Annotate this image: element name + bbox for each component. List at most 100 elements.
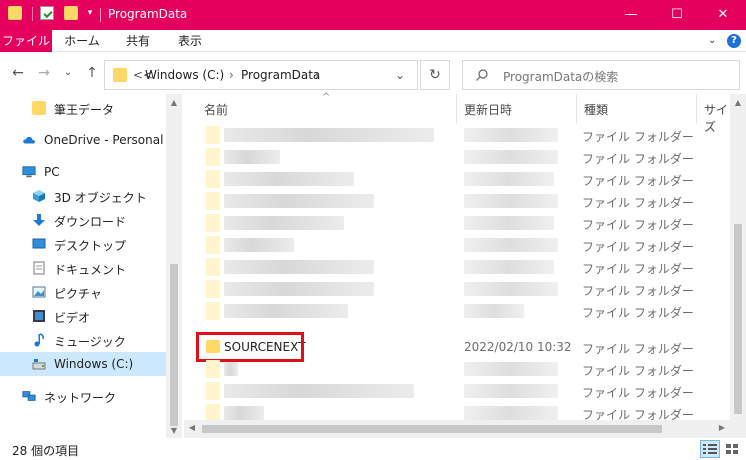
tab-view[interactable]: 表示 [168,30,212,52]
list-item[interactable]: ファイル フォルダー [196,146,730,168]
nav-item-music[interactable]: ミュージック [0,328,166,352]
column-divider[interactable] [696,94,697,124]
redacted-date [464,194,558,208]
redacted-date [464,282,558,296]
scroll-right-icon[interactable]: ▶ [714,423,730,432]
scroll-up-icon[interactable]: ▲ [166,98,182,107]
tab-share[interactable]: 共有 [116,30,160,52]
window-title: ProgramData [108,7,188,21]
close-button[interactable]: ✕ [700,0,746,30]
nav-item-documents[interactable]: ドキュメント [0,256,166,280]
network-icon [22,391,36,401]
refresh-button[interactable]: ↻ [420,60,450,90]
document-icon [33,261,45,275]
list-item[interactable]: ファイル フォルダー [196,300,730,322]
breadcrumb-programdata[interactable]: ProgramData [241,68,320,82]
divider [100,8,101,22]
nav-item-3d-objects[interactable]: 3D オブジェクト [0,184,166,208]
nav-item-desktop[interactable]: デスクトップ [0,232,166,256]
redacted-date [464,384,558,398]
list-item[interactable]: ファイル フォルダー [196,234,730,256]
redacted-name [224,406,264,420]
ribbon-tabs: ファイル ホーム 共有 表示 ⌄ ? [0,30,746,52]
minimize-button[interactable]: — [608,0,654,30]
recent-locations-button[interactable]: ⌄ [58,63,78,83]
vertical-scrollbar[interactable]: ▲ [730,94,746,438]
list-item[interactable]: ファイル フォルダー [196,212,730,234]
details-view-button[interactable] [700,440,720,458]
up-button[interactable]: ↑ [82,63,102,83]
search-placeholder: ProgramDataの検索 [503,70,619,84]
column-date[interactable]: 更新日時 [464,101,512,118]
list-item[interactable]: ファイル フォルダー [196,190,730,212]
column-divider[interactable] [456,94,457,124]
address-bar[interactable]: << Windows (C:) › ProgramData › ⌄ [104,60,418,90]
divider [32,7,33,21]
folder-icon [206,280,220,298]
search-input[interactable]: ProgramDataの検索 [462,60,740,90]
horizontal-scrollbar[interactable]: ◀ ▶ [184,420,730,438]
nav-scrollbar[interactable]: ▲ ▼ [166,94,182,438]
nav-item-pictures[interactable]: ピクチャ [0,280,166,304]
forward-button[interactable]: → [34,63,54,83]
file-type: ファイル フォルダー [582,342,694,356]
nav-item-videos[interactable]: ビデオ [0,304,166,328]
download-icon [33,214,45,226]
desktop-icon [32,238,46,249]
column-type[interactable]: 種類 [584,101,608,118]
quick-access-dropdown-icon[interactable]: ▾ [84,6,96,20]
nav-item-onedrive[interactable]: OneDrive - Personal [0,128,166,152]
scroll-up-icon[interactable]: ▲ [730,98,746,107]
large-icons-view-button[interactable] [722,440,742,458]
folder-icon [32,101,46,115]
nav-item-windows-c[interactable]: Windows (C:) [0,352,166,376]
redacted-date [464,304,524,318]
list-item[interactable]: ファイル フォルダー [196,380,730,402]
redacted-date [464,216,554,230]
redacted-name [224,362,238,376]
redacted-date [464,150,558,164]
redacted-date [464,238,558,252]
back-button[interactable]: ← [8,63,28,83]
drive-icon [32,359,46,370]
scroll-thumb[interactable] [202,425,662,433]
redacted-date [464,406,558,420]
scroll-thumb[interactable] [170,264,178,426]
address-dropdown-icon[interactable]: ⌄ [395,68,405,82]
folder-icon [206,192,220,210]
ribbon-expand-icon[interactable]: ⌄ [708,35,716,46]
column-name[interactable]: 名前 [204,101,228,118]
nav-item-network[interactable]: ネットワーク [0,384,166,408]
tab-file[interactable]: ファイル [0,30,52,52]
folder-icon [206,360,220,378]
nav-item-fudeou-data[interactable]: 筆王データ [0,96,166,120]
video-icon [33,310,45,322]
nav-item-pc[interactable]: PC [0,160,166,184]
scroll-left-icon[interactable]: ◀ [184,423,200,432]
help-icon[interactable]: ? [727,34,741,48]
scroll-thumb[interactable] [734,224,742,414]
list-item[interactable]: ファイル フォルダー [196,168,730,190]
properties-icon[interactable] [40,6,54,20]
redacted-date [464,128,558,142]
breadcrumb-windows-c[interactable]: Windows (C:) [145,68,224,82]
maximize-button[interactable]: ☐ [654,0,700,30]
column-header: ^ 名前 更新日時 種類 サイズ [184,92,730,134]
list-item[interactable]: ファイル フォルダー [196,124,730,146]
folder-icon [206,126,220,144]
search-icon [476,69,488,81]
list-item[interactable]: ファイル フォルダー [196,256,730,278]
redacted-date [464,362,558,376]
scroll-down-icon[interactable]: ▼ [166,426,182,435]
list-item[interactable]: ファイル フォルダー [196,358,730,380]
breadcrumb-separator[interactable]: › [229,68,234,82]
new-folder-icon[interactable] [64,6,78,20]
redacted-name [224,150,280,164]
breadcrumb-separator[interactable]: › [315,68,320,82]
tab-home[interactable]: ホーム [60,30,104,52]
nav-item-downloads[interactable]: ダウンロード [0,208,166,232]
column-divider[interactable] [576,94,577,124]
file-date: 2022/02/10 10:32 [464,340,572,354]
list-item[interactable]: ファイル フォルダー [196,278,730,300]
navigation-pane: 筆王データ OneDrive - Personal PC 3D オブジェクト ダ… [0,94,184,438]
